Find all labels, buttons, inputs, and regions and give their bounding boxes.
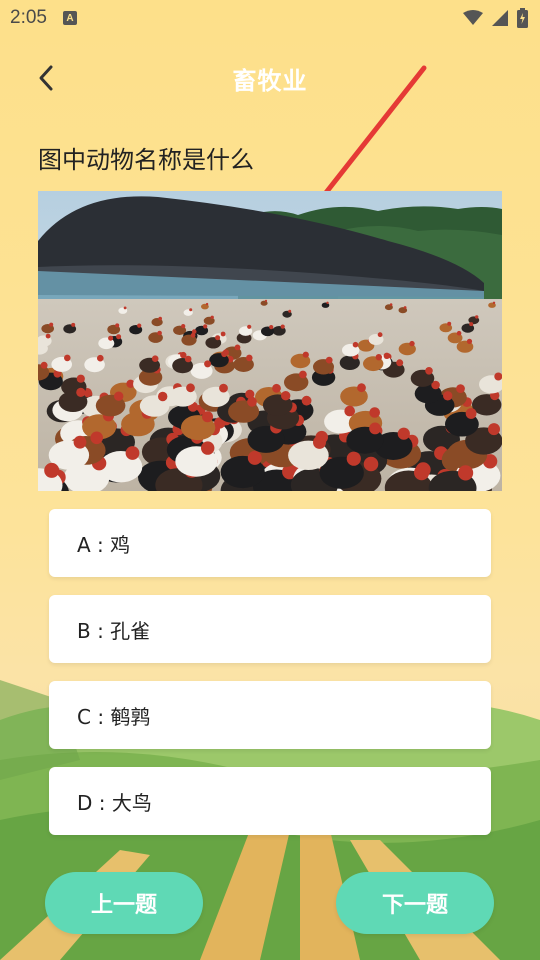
option-a-label: A : 鸡 [77, 532, 131, 557]
option-b-label: B : 孔雀 [77, 618, 151, 643]
option-c-label: C : 鹌鹑 [77, 704, 151, 729]
option-b[interactable]: B : 孔雀 [49, 595, 491, 663]
option-d[interactable]: D : 大鸟 [49, 767, 491, 835]
option-a[interactable]: A : 鸡 [49, 509, 491, 577]
prev-question-button[interactable]: 上一题 [45, 872, 203, 934]
chicken-farm-image [38, 191, 502, 491]
option-d-label: D : 大鸟 [77, 790, 152, 815]
question-image [38, 191, 502, 491]
question-text: 图中动物名称是什么 [38, 146, 254, 174]
option-c[interactable]: C : 鹌鹑 [49, 681, 491, 749]
options-list: A : 鸡 B : 孔雀 C : 鹌鹑 D : 大鸟 [49, 509, 491, 853]
next-question-button[interactable]: 下一题 [336, 872, 494, 934]
